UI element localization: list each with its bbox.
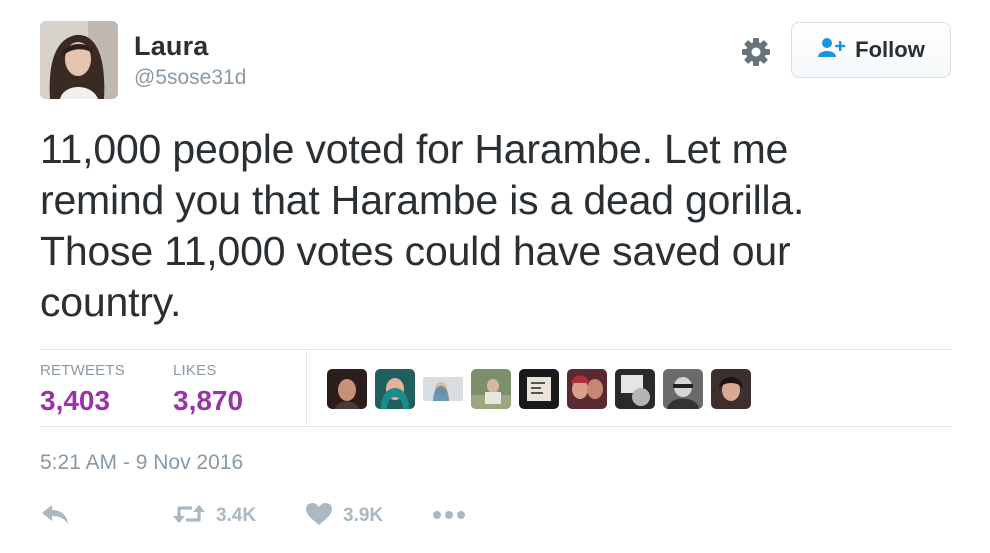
more-dots-icon [432, 507, 466, 525]
tweet-text-line: 11,000 people voted for Harambe. Let me [40, 126, 789, 172]
follow-button-label: Follow [855, 37, 925, 62]
liker-avatar[interactable] [567, 369, 607, 409]
tweet-text-line: Those 11,000 votes could have saved our [40, 228, 791, 274]
tweet-text-line: country. [40, 279, 182, 325]
liker-avatar[interactable] [519, 369, 559, 409]
avatar-image [40, 21, 118, 99]
divider [40, 349, 952, 350]
divider [40, 426, 952, 427]
likes-label[interactable]: LIKES [173, 362, 217, 379]
tweet-timestamp[interactable]: 5:21 AM - 9 Nov 2016 [40, 451, 243, 475]
liker-avatar[interactable] [663, 369, 703, 409]
liker-avatar[interactable] [615, 369, 655, 409]
retweets-label[interactable]: RETWEETS [40, 362, 125, 379]
reply-icon [40, 502, 70, 531]
liker-avatar[interactable] [375, 369, 415, 409]
retweet-count: 3.4K [216, 505, 257, 526]
follow-button[interactable]: Follow [791, 22, 951, 78]
retweets-count[interactable]: 3,403 [40, 385, 110, 417]
tweet-card: Laura @5sose31d Follow 11,000 people vot… [0, 0, 990, 553]
like-count: 3.9K [343, 505, 384, 526]
user-handle[interactable]: @5sose31d [134, 66, 246, 90]
like-button[interactable]: 3.9K [305, 500, 383, 532]
tweet-text: 11,000 people voted for Harambe. Let me … [40, 124, 940, 328]
stats-divider [306, 350, 307, 426]
gear-icon[interactable] [739, 35, 773, 69]
tweet-text-line: remind you that Harambe is a dead gorill… [40, 177, 805, 223]
liker-avatar[interactable] [423, 377, 463, 401]
liker-avatar[interactable] [711, 369, 751, 409]
likes-count[interactable]: 3,870 [173, 385, 243, 417]
reply-button[interactable] [40, 500, 70, 532]
liker-avatar[interactable] [471, 369, 511, 409]
retweet-button[interactable]: 3.4K [172, 500, 256, 532]
heart-icon [305, 502, 333, 531]
retweet-icon [172, 502, 206, 531]
more-button[interactable] [432, 500, 466, 532]
user-avatar[interactable] [40, 21, 118, 99]
user-display-name[interactable]: Laura [134, 31, 209, 62]
add-user-icon [817, 37, 847, 64]
liker-avatar[interactable] [327, 369, 367, 409]
